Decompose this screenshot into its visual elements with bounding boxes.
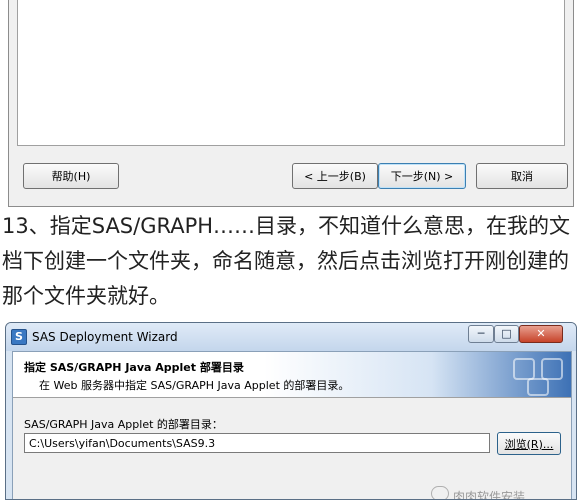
header-title: 指定 SAS/GRAPH Java Applet 部署目录	[24, 361, 244, 374]
watermark-text: 肉肉软件安装	[453, 490, 526, 500]
title-bar[interactable]: S SAS Deployment Wizard ─ □ ✕	[6, 323, 576, 351]
wizard-client-area: 指定 SAS/GRAPH Java Applet 部署目录 在 Web 服务器中…	[12, 351, 572, 500]
cancel-button[interactable]: 取消	[476, 163, 568, 189]
close-icon[interactable]: ✕	[519, 325, 563, 343]
header-decoration	[513, 358, 535, 380]
header-decoration	[527, 378, 549, 396]
minimize-icon[interactable]: ─	[468, 325, 494, 343]
browse-button-label: 浏览(R)...	[504, 437, 554, 451]
header-decoration	[541, 358, 563, 380]
previous-wizard-content-area	[17, 0, 565, 146]
article-paragraph: 13、指定SAS/GRAPH……目录，不知道什么意思，在我的文档下创建一个文件夹…	[2, 214, 571, 308]
header-subtitle: 在 Web 服务器中指定 SAS/GRAPH Java Applet 的部署目录…	[39, 379, 350, 392]
back-button[interactable]: < 上一步(B)	[292, 163, 378, 189]
deploy-directory-input[interactable]	[24, 433, 490, 453]
maximize-icon[interactable]: □	[494, 325, 519, 343]
help-button[interactable]: 帮助(H)	[23, 163, 119, 189]
sas-deployment-wizard-window: S SAS Deployment Wizard ─ □ ✕ 指定 SAS/GRA…	[5, 322, 577, 500]
next-button[interactable]: 下一步(N) >	[378, 163, 466, 189]
previous-wizard-dialog: 帮助(H) < 上一步(B) 下一步(N) > 取消	[8, 0, 574, 207]
wizard-header: 指定 SAS/GRAPH Java Applet 部署目录 在 Web 服务器中…	[13, 352, 571, 398]
window-title: SAS Deployment Wizard	[32, 330, 178, 344]
sas-app-icon: S	[11, 329, 27, 345]
wechat-icon	[431, 486, 449, 499]
deploy-directory-label: SAS/GRAPH Java Applet 的部署目录：	[24, 418, 223, 431]
browse-button[interactable]: 浏览(R)...	[497, 432, 561, 455]
